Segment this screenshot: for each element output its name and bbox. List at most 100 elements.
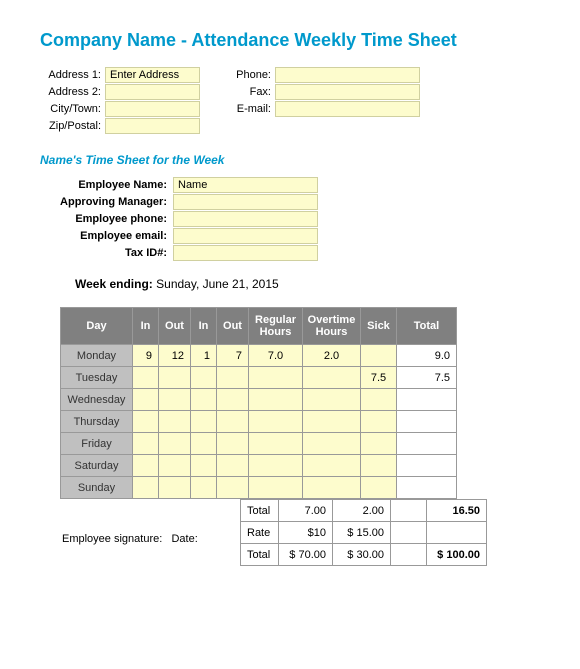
out2-cell[interactable]	[217, 477, 249, 499]
sick-cell[interactable]	[361, 389, 397, 411]
tax-id-field[interactable]	[173, 245, 318, 261]
employee-signature-label: Employee signature:	[62, 533, 162, 545]
city-field[interactable]	[105, 101, 200, 117]
regular-cell[interactable]	[249, 389, 303, 411]
out1-cell[interactable]	[159, 455, 191, 477]
out1-cell[interactable]	[159, 477, 191, 499]
overtime-cell[interactable]	[303, 367, 361, 389]
th-in2: In	[191, 308, 217, 345]
summary-rate-total	[427, 522, 487, 544]
day-cell: Monday	[61, 345, 133, 367]
regular-cell[interactable]	[249, 477, 303, 499]
week-ending-value: Sunday, June 21, 2015	[156, 277, 279, 291]
sick-cell[interactable]: 7.5	[361, 367, 397, 389]
fax-field[interactable]	[275, 84, 420, 100]
out2-cell[interactable]	[217, 367, 249, 389]
row-total-cell	[397, 477, 457, 499]
address2-field[interactable]	[105, 84, 200, 100]
employee-name-field[interactable]: Name	[173, 177, 318, 193]
address-col-right: Phone: Fax: E-mail:	[230, 67, 420, 135]
regular-cell[interactable]	[249, 455, 303, 477]
summary-grand-total: $ 100.00	[427, 544, 487, 566]
sick-cell[interactable]	[361, 411, 397, 433]
in2-cell[interactable]: 1	[191, 345, 217, 367]
th-total: Total	[397, 308, 457, 345]
summary-grand-overtime: $ 30.00	[333, 544, 391, 566]
address2-label: Address 2:	[40, 86, 105, 98]
fax-label: Fax:	[230, 86, 275, 98]
page-title: Company Name - Attendance Weekly Time Sh…	[40, 30, 540, 51]
sick-cell[interactable]	[361, 455, 397, 477]
in2-cell[interactable]	[191, 389, 217, 411]
address1-label: Address 1:	[40, 69, 105, 81]
in2-cell[interactable]	[191, 367, 217, 389]
overtime-cell[interactable]: 2.0	[303, 345, 361, 367]
out2-cell[interactable]	[217, 411, 249, 433]
day-cell: Tuesday	[61, 367, 133, 389]
row-total-cell: 7.5	[397, 367, 457, 389]
th-regular: Regular Hours	[249, 308, 303, 345]
out1-cell[interactable]	[159, 389, 191, 411]
sick-cell[interactable]	[361, 433, 397, 455]
out1-cell[interactable]	[159, 367, 191, 389]
in2-cell[interactable]	[191, 411, 217, 433]
employee-email-label: Employee email:	[58, 230, 173, 242]
in2-cell[interactable]	[191, 455, 217, 477]
regular-cell[interactable]	[249, 367, 303, 389]
overtime-cell[interactable]	[303, 411, 361, 433]
employee-phone-field[interactable]	[173, 211, 318, 227]
sick-cell[interactable]	[361, 345, 397, 367]
phone-field[interactable]	[275, 67, 420, 83]
zip-label: Zip/Postal:	[40, 120, 105, 132]
overtime-cell[interactable]	[303, 389, 361, 411]
out2-cell[interactable]	[217, 433, 249, 455]
out1-cell[interactable]	[159, 433, 191, 455]
email-field[interactable]	[275, 101, 420, 117]
regular-cell[interactable]	[249, 411, 303, 433]
table-row: Friday	[61, 433, 457, 455]
regular-cell[interactable]	[249, 433, 303, 455]
in1-cell[interactable]	[133, 477, 159, 499]
address1-field[interactable]: Enter Address	[105, 67, 200, 83]
out1-cell[interactable]	[159, 411, 191, 433]
day-cell: Saturday	[61, 455, 133, 477]
summary-rate-row: Rate $10 $ 15.00	[241, 522, 487, 544]
table-row: Thursday	[61, 411, 457, 433]
manager-field[interactable]	[173, 194, 318, 210]
in1-cell[interactable]	[133, 411, 159, 433]
in1-cell[interactable]	[133, 433, 159, 455]
in1-cell[interactable]	[133, 455, 159, 477]
employee-email-field[interactable]	[173, 228, 318, 244]
summary-total-label: Total	[241, 500, 279, 522]
table-row: Sunday	[61, 477, 457, 499]
day-cell: Friday	[61, 433, 133, 455]
out2-cell[interactable]	[217, 389, 249, 411]
subtitle: Name's Time Sheet for the Week	[40, 153, 540, 167]
table-row: Saturday	[61, 455, 457, 477]
in1-cell[interactable]	[133, 389, 159, 411]
in2-cell[interactable]	[191, 433, 217, 455]
signature-date-label: Date:	[171, 533, 197, 545]
overtime-cell[interactable]	[303, 477, 361, 499]
day-cell: Wednesday	[61, 389, 133, 411]
zip-field[interactable]	[105, 118, 200, 134]
employee-section: Employee Name: Name Approving Manager: E…	[58, 177, 540, 261]
address-col-left: Address 1: Enter Address Address 2: City…	[40, 67, 200, 135]
overtime-cell[interactable]	[303, 433, 361, 455]
address-section: Address 1: Enter Address Address 2: City…	[40, 67, 540, 135]
summary-total-sick	[391, 500, 427, 522]
overtime-cell[interactable]	[303, 455, 361, 477]
sick-cell[interactable]	[361, 477, 397, 499]
out2-cell[interactable]: 7	[217, 345, 249, 367]
tax-id-label: Tax ID#:	[58, 247, 173, 259]
employee-name-label: Employee Name:	[58, 179, 173, 191]
in1-cell[interactable]	[133, 367, 159, 389]
regular-cell[interactable]: 7.0	[249, 345, 303, 367]
in2-cell[interactable]	[191, 477, 217, 499]
email-label: E-mail:	[230, 103, 275, 115]
out1-cell[interactable]: 12	[159, 345, 191, 367]
out2-cell[interactable]	[217, 455, 249, 477]
row-total-cell	[397, 455, 457, 477]
phone-label: Phone:	[230, 69, 275, 81]
in1-cell[interactable]: 9	[133, 345, 159, 367]
